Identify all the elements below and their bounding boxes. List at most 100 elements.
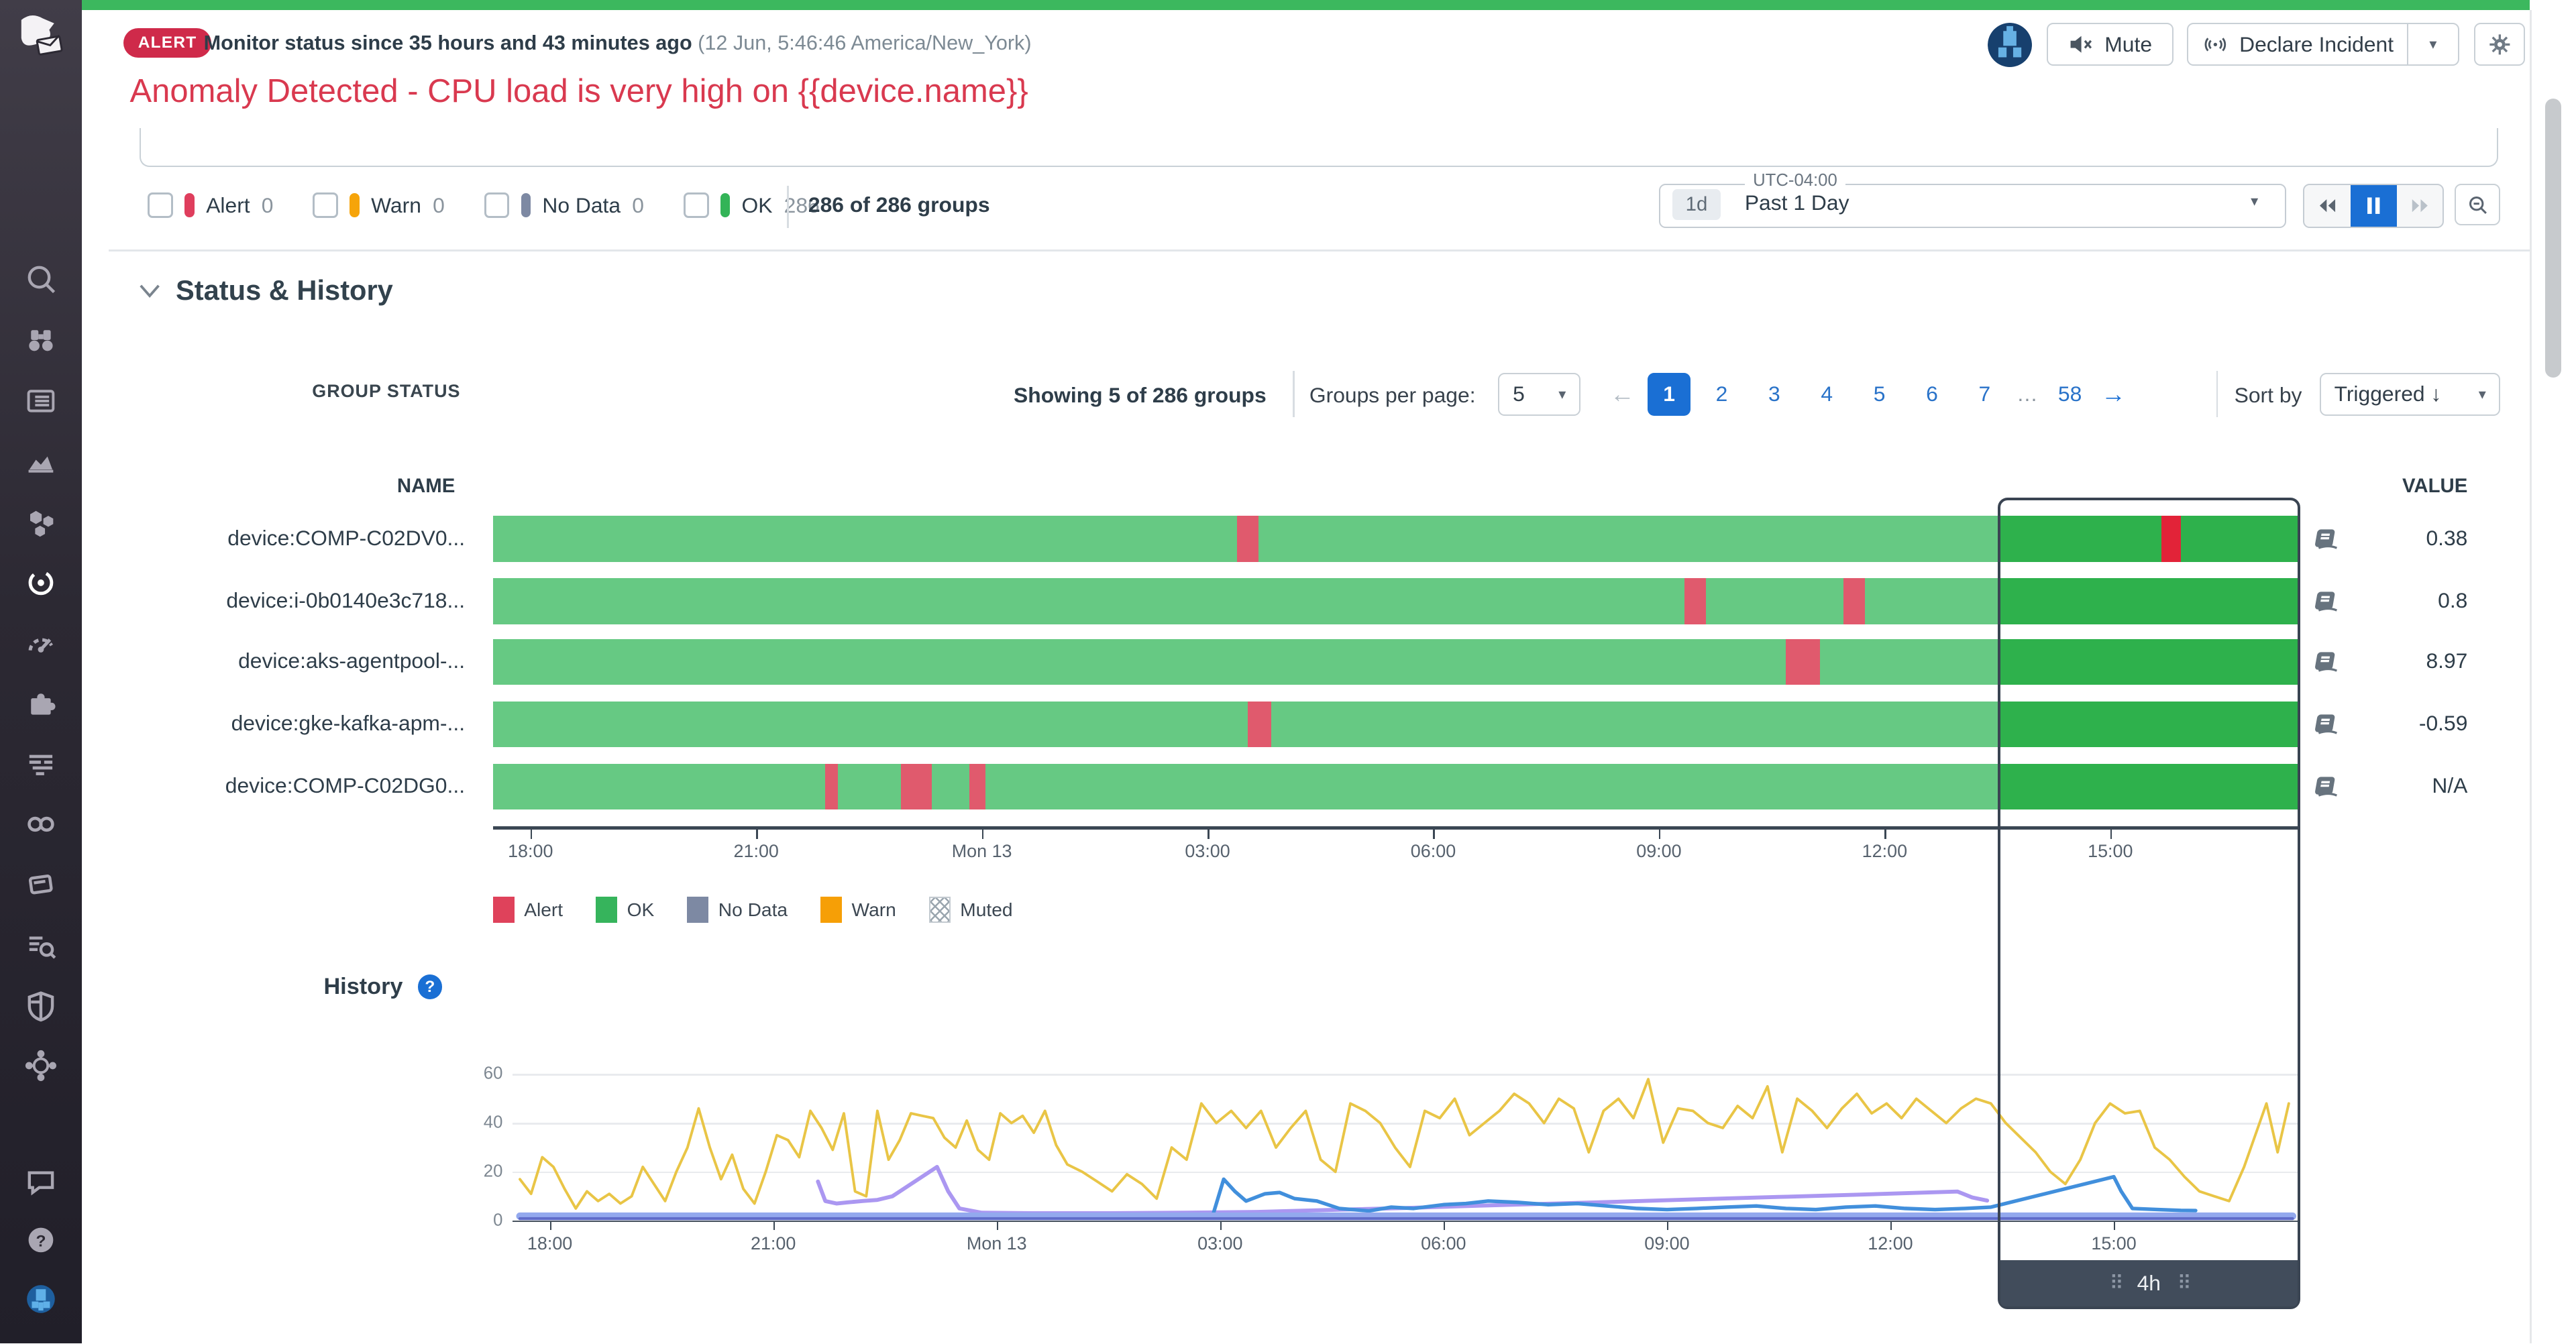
axis-tick: [1220, 1222, 1222, 1230]
sidebar-item-security[interactable]: [23, 987, 59, 1023]
time-range-label: Past 1 Day: [1745, 190, 1849, 215]
filter-item-ok[interactable]: OK286: [684, 192, 820, 218]
page-button-4[interactable]: 4: [1805, 373, 1848, 416]
drag-handle-icon[interactable]: ⠿: [2177, 1272, 2188, 1295]
declare-incident-caret-button[interactable]: ▾: [2407, 23, 2459, 66]
pagination: ← 1234567…58 →: [1610, 373, 2126, 416]
filter-count: 0: [262, 193, 274, 218]
monitor-status-page: ? ALERT Monitor status since 35 hours an…: [0, 0, 2576, 1343]
timeframe-selection-box[interactable]: ⠿ 4h ⠿: [1998, 498, 2300, 1309]
legend-item-no-data: No Data: [687, 897, 788, 923]
sidebar-item-apm-gauge[interactable]: [23, 626, 59, 662]
sort-by-label: Sort by: [2235, 383, 2302, 408]
pause-button[interactable]: [2351, 185, 2397, 226]
zoom-out-icon: [2465, 192, 2490, 217]
sidebar-item-ci-pipelines[interactable]: [23, 806, 59, 842]
status-segment: [493, 702, 1999, 748]
status-segment: [1843, 578, 1865, 624]
sidebar-item-watchdog[interactable]: [23, 322, 59, 358]
content-right-divider: [2530, 10, 2531, 1344]
sidebar-item-log-explorer[interactable]: [23, 928, 59, 964]
sidebar-item-notebooks[interactable]: [23, 867, 59, 903]
next-page-arrow[interactable]: →: [2101, 380, 2126, 408]
sidebar-item-infrastructure[interactable]: [23, 504, 59, 541]
checkbox[interactable]: [313, 192, 338, 218]
sidebar-item-metrics[interactable]: [23, 443, 59, 480]
checkbox[interactable]: [484, 192, 510, 218]
sidebar-item-network[interactable]: [23, 1048, 59, 1084]
page-button-58[interactable]: 58: [2049, 373, 2092, 416]
playback-controls: [2303, 184, 2444, 227]
status-segment: [493, 578, 1999, 624]
group-name: device:aks-agentpool-...: [115, 649, 465, 673]
axis-tick-label: 21:00: [734, 841, 779, 862]
previous-page-arrow[interactable]: ←: [1610, 380, 1635, 408]
zoom-out-button[interactable]: [2455, 184, 2501, 225]
checkbox[interactable]: [684, 192, 709, 218]
legend-label: Warn: [852, 899, 896, 921]
filter-label: Warn: [371, 193, 421, 218]
sidebar-item-logs[interactable]: [23, 746, 59, 782]
group-filter-input-partial[interactable]: [140, 128, 2498, 167]
sidebar-item-integrations[interactable]: [23, 687, 59, 723]
drag-handle-icon[interactable]: ⠿: [2109, 1272, 2121, 1295]
sidebar-user-avatar[interactable]: [23, 1281, 59, 1317]
filter-item-warn[interactable]: Warn0: [313, 192, 445, 218]
page-button-7[interactable]: 7: [1963, 373, 2006, 416]
axis-tick: [1667, 1222, 1668, 1230]
status-filter-group: Alert0Warn0No Data0OK286: [148, 182, 819, 229]
rewind-button[interactable]: [2304, 185, 2351, 226]
page-scrollbar[interactable]: [2545, 99, 2561, 378]
page-button-5[interactable]: 5: [1858, 373, 1901, 416]
group-value: 8.97: [2333, 649, 2468, 673]
mute-button[interactable]: Mute: [2047, 23, 2174, 66]
selection-duration-label: 4h: [2137, 1271, 2161, 1296]
chevron-down-icon: ▾: [2429, 36, 2436, 53]
fast-forward-button[interactable]: [2397, 185, 2443, 226]
series-spike-blue: [520, 1176, 2196, 1217]
filter-item-no-data[interactable]: No Data0: [484, 192, 644, 218]
y-axis-label: 20: [460, 1162, 503, 1181]
history-title: History: [323, 974, 402, 1000]
axis-tick: [982, 830, 983, 840]
sidebar-item-dashboards[interactable]: [23, 383, 59, 419]
filter-item-alert[interactable]: Alert0: [148, 192, 273, 218]
status-segment: [1684, 578, 1706, 624]
section-divider: [109, 249, 2530, 251]
sidebar-item-help[interactable]: ?: [23, 1222, 59, 1258]
axis-tick-label: Mon 13: [967, 1233, 1027, 1254]
chevron-down-icon: ▾: [1558, 386, 1566, 403]
status-segment: [493, 639, 1999, 685]
selection-footer[interactable]: ⠿ 4h ⠿: [2000, 1260, 2298, 1306]
sidebar-item-search[interactable]: [23, 261, 59, 297]
page-button-3[interactable]: 3: [1753, 373, 1796, 416]
datadog-logo-icon[interactable]: [15, 13, 67, 62]
page-button-6[interactable]: 6: [1911, 373, 1953, 416]
sidebar-item-support-chat[interactable]: [23, 1163, 59, 1199]
status-segment: [1237, 516, 1258, 562]
avatar[interactable]: [1988, 23, 2032, 67]
help-icon[interactable]: ?: [418, 974, 443, 999]
history-header: History ?: [323, 974, 442, 1000]
declare-incident-button[interactable]: Declare Incident: [2187, 23, 2410, 66]
page-button-2[interactable]: 2: [1701, 373, 1743, 416]
groups-per-page-label: Groups per page:: [1309, 383, 1476, 408]
sidebar: ?: [0, 0, 82, 1343]
legend-label: Alert: [524, 899, 563, 921]
settings-button[interactable]: [2474, 23, 2525, 66]
status-pill: [720, 193, 731, 218]
sidebar-item-monitors-active[interactable]: [23, 565, 59, 601]
sort-select[interactable]: Triggered ↓ ▾: [2320, 373, 2500, 416]
checkbox[interactable]: [148, 192, 173, 218]
legend-swatch: [820, 897, 842, 923]
axis-tick: [773, 1222, 775, 1230]
sort-value: Triggered ↓: [2334, 382, 2442, 406]
axis-tick: [531, 830, 532, 840]
page-button-1[interactable]: 1: [1648, 373, 1690, 416]
axis-tick: [1884, 830, 1886, 840]
status-history-section-toggle[interactable]: Status & History: [138, 274, 393, 306]
axis-tick-label: 09:00: [1636, 841, 1681, 862]
groups-per-page-select[interactable]: 5 ▾: [1498, 373, 1580, 416]
gear-icon: [2487, 32, 2512, 57]
filter-divider: [787, 186, 788, 229]
